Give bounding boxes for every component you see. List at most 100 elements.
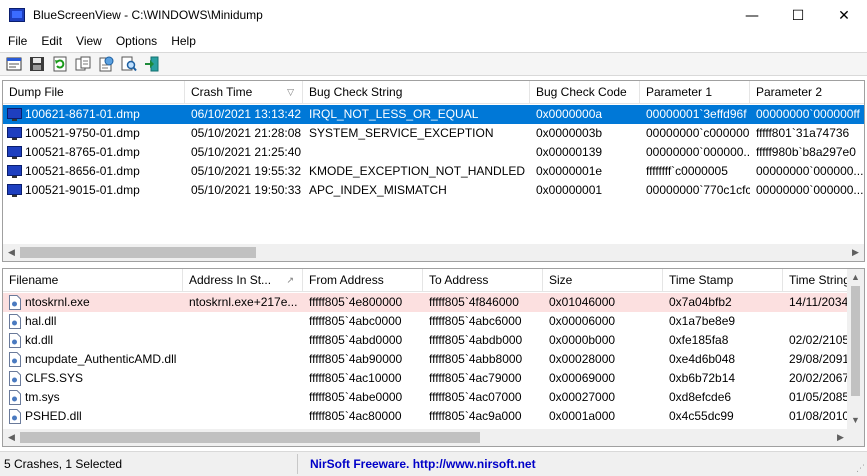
dump-file-name: 100521-9015-01.dmp <box>25 183 140 197</box>
driver-list-vertical-scrollbar[interactable]: ▲ ▼ <box>847 269 864 429</box>
crash-list-header: Dump File Crash Time ▽ Bug Check String … <box>3 81 864 104</box>
column-from-address[interactable]: From Address <box>303 269 423 292</box>
column-parameter-2[interactable]: Parameter 2 <box>750 81 864 104</box>
time-stamp: 0x1a7be8e9 <box>669 314 736 328</box>
driver-filename: PSHED.dll <box>25 409 82 423</box>
size: 0x00006000 <box>549 314 616 328</box>
scroll-left-icon[interactable]: ◀ <box>3 429 20 446</box>
html-report-button[interactable] <box>96 54 116 74</box>
menu-view[interactable]: View <box>69 31 109 51</box>
save-button[interactable] <box>27 54 47 74</box>
refresh-button[interactable] <box>50 54 70 74</box>
column-address-in-stack[interactable]: Address In St... ↗ <box>183 269 303 292</box>
close-button[interactable]: ✕ <box>821 0 867 31</box>
scroll-down-icon[interactable]: ▼ <box>847 412 864 429</box>
window-controls: — ☐ ✕ <box>729 0 867 31</box>
driver-row[interactable]: tm.sys fffff805`4abe0000 fffff805`4ac070… <box>3 388 864 407</box>
to-address: fffff805`4abb8000 <box>429 352 523 366</box>
crash-time: 05/10/2021 21:28:08 <box>191 126 302 140</box>
bug-check-string: IRQL_NOT_LESS_OR_EQUAL <box>309 107 479 121</box>
nirsoft-link[interactable]: NirSoft Freeware. http://www.nirsoft.net <box>310 454 536 474</box>
scrollbar-thumb[interactable] <box>851 286 860 396</box>
scrollbar-thumb[interactable] <box>20 247 256 258</box>
address-in-stack <box>183 331 303 350</box>
bluescreenview-app-icon <box>9 8 25 22</box>
copy-button[interactable] <box>73 54 93 74</box>
time-stamp: 0x7a04bfb2 <box>669 295 732 309</box>
find-button[interactable] <box>119 54 139 74</box>
parameter-1: 00000000`770c1cfc <box>646 183 750 197</box>
driver-filename: ntoskrnl.exe <box>25 295 90 309</box>
title-bar: BlueScreenView - C:\WINDOWS\Minidump — ☐… <box>0 0 867 31</box>
crash-time: 05/10/2021 21:25:40 <box>191 145 302 159</box>
size: 0x01046000 <box>549 295 616 309</box>
menu-edit[interactable]: Edit <box>34 31 69 51</box>
to-address: fffff805`4ac79000 <box>429 371 522 385</box>
to-address: fffff805`4ac07000 <box>429 390 522 404</box>
to-address: fffff805`4abc6000 <box>429 314 522 328</box>
driver-row[interactable]: CLFS.SYS fffff805`4ac10000 fffff805`4ac7… <box>3 369 864 388</box>
driver-row[interactable]: ntoskrnl.exe ntoskrnl.exe+217e... fffff8… <box>3 293 864 312</box>
properties-icon <box>6 57 22 71</box>
menu-help[interactable]: Help <box>164 31 203 51</box>
from-address: fffff805`4ab90000 <box>309 352 403 366</box>
size: 0x00027000 <box>549 390 616 404</box>
crash-time: 05/10/2021 19:50:33 <box>191 183 302 197</box>
column-filename[interactable]: Filename <box>3 269 183 292</box>
time-stamp: 0xb6b72b14 <box>669 371 736 385</box>
dump-file-name: 100521-9750-01.dmp <box>25 126 140 140</box>
dump-file-name: 100621-8671-01.dmp <box>25 107 140 121</box>
size: 0x00069000 <box>549 371 616 385</box>
size: 0x0001a000 <box>549 409 616 423</box>
sort-indicator-icon: ↗ <box>286 275 294 285</box>
from-address: fffff805`4abc0000 <box>309 314 402 328</box>
column-crash-time[interactable]: Crash Time ▽ <box>185 81 303 104</box>
column-bug-check-code[interactable]: Bug Check Code <box>530 81 640 104</box>
column-to-address[interactable]: To Address <box>423 269 543 292</box>
scroll-right-icon[interactable]: ▶ <box>847 244 864 261</box>
scrollbar-thumb[interactable] <box>20 432 480 443</box>
parameter-1: ffffffff`c0000005 <box>646 164 728 178</box>
maximize-button[interactable]: ☐ <box>775 0 821 31</box>
address-in-stack <box>183 407 303 426</box>
scroll-up-icon[interactable]: ▲ <box>847 269 864 286</box>
save-icon <box>30 57 44 71</box>
bug-check-code: 0x0000000a <box>536 107 603 121</box>
column-time-stamp[interactable]: Time Stamp <box>663 269 783 292</box>
time-stamp: 0x4c55dc99 <box>669 409 734 423</box>
parameter-1: 00000000`000000... <box>646 145 750 159</box>
address-in-stack <box>183 369 303 388</box>
html-report-icon <box>99 56 114 72</box>
scroll-left-icon[interactable]: ◀ <box>3 244 20 261</box>
crash-row[interactable]: 100521-9750-01.dmp 05/10/2021 21:28:08 S… <box>3 124 864 143</box>
bug-check-code: 0x00000139 <box>536 145 603 159</box>
driver-row[interactable]: PSHED.dll fffff805`4ac80000 fffff805`4ac… <box>3 407 864 426</box>
driver-row[interactable]: hal.dll fffff805`4abc0000 fffff805`4abc6… <box>3 312 864 331</box>
column-dump-file[interactable]: Dump File <box>3 81 185 104</box>
crash-row[interactable]: 100621-8671-01.dmp 06/10/2021 13:13:42 I… <box>3 105 864 124</box>
crash-row[interactable]: 100521-8656-01.dmp 05/10/2021 19:55:32 K… <box>3 162 864 181</box>
driver-filename: hal.dll <box>25 314 57 328</box>
time-string: 20/02/2067 <box>789 371 849 385</box>
driver-row[interactable]: mcupdate_AuthenticAMD.dll fffff805`4ab90… <box>3 350 864 369</box>
crash-row[interactable]: 100521-9015-01.dmp 05/10/2021 19:50:33 A… <box>3 181 864 200</box>
column-parameter-1[interactable]: Parameter 1 <box>640 81 750 104</box>
driver-row[interactable]: kd.dll fffff805`4abd0000 fffff805`4abdb0… <box>3 331 864 350</box>
column-bug-check-string[interactable]: Bug Check String <box>303 81 530 104</box>
exit-button[interactable] <box>142 54 162 74</box>
scrollbar-corner <box>847 429 864 446</box>
bug-check-code: 0x0000003b <box>536 126 603 140</box>
resize-grip-icon[interactable]: ⋰ <box>856 463 865 474</box>
status-bar: 5 Crashes, 1 Selected NirSoft Freeware. … <box>0 451 867 476</box>
minimize-button[interactable]: — <box>729 0 775 31</box>
column-size[interactable]: Size <box>543 269 663 292</box>
crash-list-horizontal-scrollbar[interactable]: ◀ ▶ <box>3 244 864 261</box>
menu-file[interactable]: File <box>0 31 34 51</box>
find-icon <box>121 56 137 72</box>
parameter-1: 00000000`c000000... <box>646 126 750 140</box>
crash-row[interactable]: 100521-8765-01.dmp 05/10/2021 21:25:40 0… <box>3 143 864 162</box>
properties-button[interactable] <box>4 54 24 74</box>
status-summary: 5 Crashes, 1 Selected <box>0 454 298 474</box>
menu-options[interactable]: Options <box>109 31 164 51</box>
driver-list-horizontal-scrollbar[interactable]: ◀ ▶ <box>3 429 849 446</box>
